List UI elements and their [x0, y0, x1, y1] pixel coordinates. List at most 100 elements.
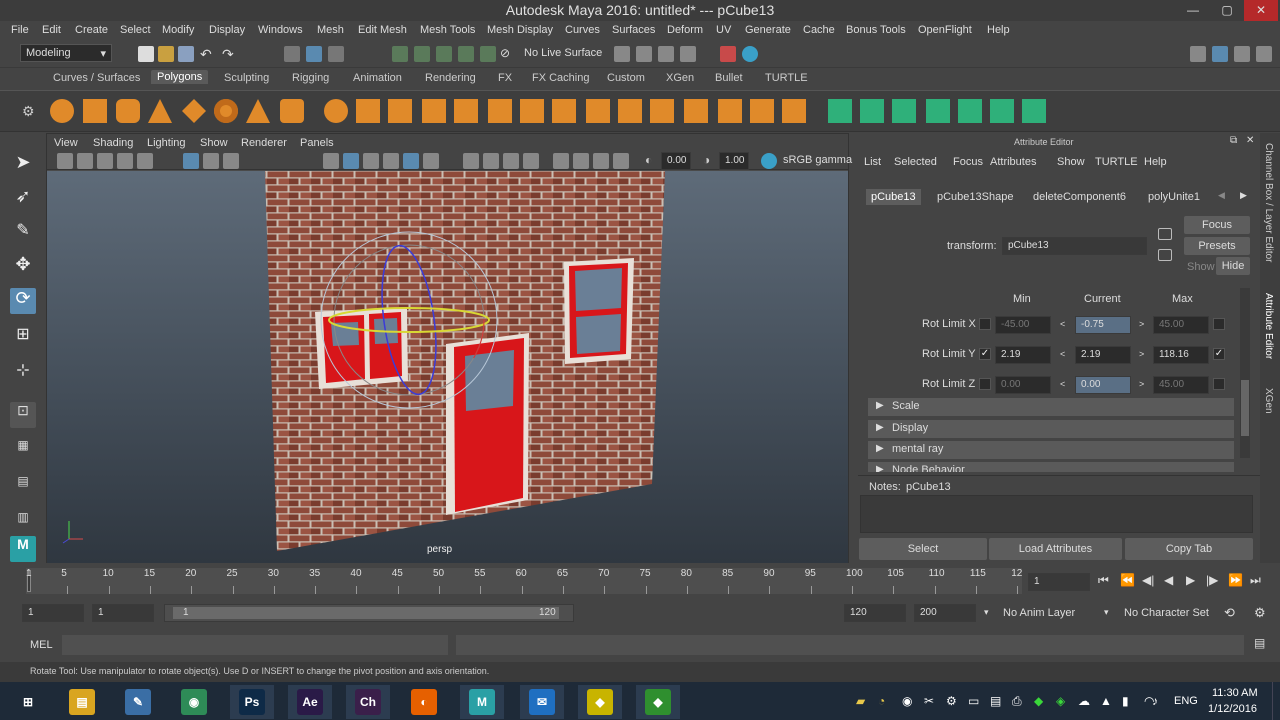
spherical-uv-icon[interactable] [892, 99, 916, 123]
attr-menu-turtle[interactable]: TURTLE [1095, 156, 1138, 168]
tab-scroll-right-icon[interactable]: ▶ [1240, 190, 1247, 201]
live-surface-magnet-icon[interactable]: ⊘ [500, 46, 516, 62]
extrude-icon[interactable] [454, 99, 478, 123]
append-polygon-icon[interactable] [650, 99, 674, 123]
side-tab-xgen[interactable]: XGen [1263, 388, 1274, 414]
2d-pan-zoom-icon[interactable] [137, 153, 153, 169]
paint-select-tool-icon[interactable]: ✎ [10, 220, 36, 246]
shelf-tab-xgen[interactable]: XGen [666, 72, 694, 84]
taskbar-app-green-icon[interactable]: ◆ [636, 685, 680, 719]
section-scale[interactable]: ▶ Scale [868, 398, 1234, 416]
camera-attributes-icon[interactable] [77, 153, 93, 169]
cylindrical-uv-icon[interactable] [860, 99, 884, 123]
menu-select[interactable]: Select [120, 24, 151, 36]
menu-file[interactable]: File [11, 24, 29, 36]
attr-menu-list[interactable]: List [864, 156, 881, 168]
rot-limit-x-current-field[interactable]: -0.75 [1075, 316, 1131, 334]
focus-input-icon[interactable] [1158, 228, 1172, 240]
gamma-field[interactable]: 1.00 [719, 152, 749, 170]
tray-printer-icon[interactable]: ⎙ [1012, 694, 1022, 709]
animation-end-field[interactable]: 200 [914, 604, 976, 622]
tray-battery-icon[interactable]: ▮ [1122, 694, 1129, 708]
poly-cylinder-icon[interactable] [116, 99, 140, 123]
live-surface-label[interactable]: No Live Surface [524, 47, 602, 59]
xray-active-icon[interactable] [593, 153, 609, 169]
playback-start-field[interactable]: 1 [92, 604, 154, 622]
poly-cone-icon[interactable] [148, 99, 172, 123]
section-mental-ray[interactable]: ▶ mental ray [868, 441, 1234, 459]
viewport-menu-view[interactable]: View [54, 137, 78, 149]
rot-limit-x-decrement-icon[interactable]: < [1060, 319, 1065, 329]
step-forward-key-icon[interactable]: ⏩ [1228, 573, 1243, 587]
node-tab-polyunite1[interactable]: polyUnite1 [1143, 189, 1205, 205]
side-tab-channel-box-layer-editor[interactable]: Channel Box / Layer Editor [1263, 143, 1274, 263]
menu-cache[interactable]: Cache [803, 24, 835, 36]
film-gate-icon[interactable] [203, 153, 219, 169]
menu-surfaces[interactable]: Surfaces [612, 24, 655, 36]
command-input[interactable] [62, 635, 448, 655]
shelf-gear-icon[interactable]: ⚙ [22, 103, 38, 119]
char-set-chevron-icon[interactable]: ▾ [1104, 607, 1109, 618]
menu-help[interactable]: Help [987, 24, 1010, 36]
playback-end-field[interactable]: 120 [844, 604, 906, 622]
smooth-shade-icon[interactable] [343, 153, 359, 169]
automatic-uv-icon[interactable] [926, 99, 950, 123]
rot-limit-y-current-field[interactable]: 2.19 [1075, 346, 1131, 364]
rot-limit-z-min-checkbox[interactable] [979, 378, 991, 390]
tray-clock-icon[interactable]: ◔ [878, 694, 885, 708]
menu-edit[interactable]: Edit [42, 24, 61, 36]
rot-limit-z-max-field[interactable]: 45.00 [1153, 376, 1209, 394]
viewport-menu-lighting[interactable]: Lighting [147, 137, 186, 149]
select-by-component-icon[interactable] [328, 46, 344, 62]
render-history-icon[interactable] [614, 46, 630, 62]
channel-box-toggle-icon[interactable] [1256, 46, 1272, 62]
load-attributes-button[interactable]: Load Attributes [989, 538, 1122, 560]
viewport-panel[interactable]: View Shading Lighting Show Renderer Panels ◐ … [46, 133, 852, 563]
section-node-behavior[interactable]: ▶ Node Behavior [868, 462, 1234, 472]
viewport-menu-panels[interactable]: Panels [300, 137, 334, 149]
exposure-field[interactable]: 0.00 [661, 152, 691, 170]
layout-two-icon[interactable]: ▥ [10, 510, 36, 536]
attr-scrollbar[interactable] [1240, 288, 1250, 458]
tray-sync-icon[interactable]: ◈ [1056, 694, 1065, 708]
rot-limit-y-max-field[interactable]: 118.16 [1153, 346, 1209, 364]
lasso-tool-icon[interactable]: ➶ [10, 186, 36, 212]
maximize-button[interactable]: ▢ [1210, 0, 1244, 21]
image-plane-icon[interactable] [117, 153, 133, 169]
workspace-icon[interactable] [1190, 46, 1206, 62]
character-set-label[interactable]: No Character Set [1124, 607, 1209, 619]
tray-language[interactable]: ENG [1174, 695, 1198, 707]
node-tab-pcube13[interactable]: pCube13 [866, 189, 921, 205]
merge-icon[interactable] [718, 99, 742, 123]
taskbar-app-yellow-icon[interactable]: ◆ [578, 685, 622, 719]
snap-to-point-icon[interactable] [436, 46, 452, 62]
poly-pyramid-icon[interactable] [246, 99, 270, 123]
taskbar-maya-icon[interactable]: M [460, 685, 504, 719]
xray-joints-icon[interactable] [573, 153, 589, 169]
tray-time[interactable]: 11:30 AM [1212, 687, 1258, 699]
ipr-render-icon[interactable] [658, 46, 674, 62]
poly-plane-icon[interactable] [182, 99, 206, 123]
isolate-select-icon[interactable] [553, 153, 569, 169]
shelf-tab-turtle[interactable]: TURTLE [765, 72, 808, 84]
section-display[interactable]: ▶ Display [868, 420, 1234, 438]
node-tab-deletecomponent6[interactable]: deleteComponent6 [1028, 189, 1131, 205]
step-back-frame-icon[interactable]: ◀| [1142, 573, 1154, 587]
shelf-tab-bullet[interactable]: Bullet [715, 72, 743, 84]
menu-create[interactable]: Create [75, 24, 108, 36]
tray-folder-icon[interactable]: ▰ [856, 694, 865, 708]
rot-limit-x-min-field[interactable]: -45.00 [995, 316, 1051, 334]
rot-limit-y-decrement-icon[interactable]: < [1060, 349, 1065, 359]
hide-button[interactable]: Hide [1216, 257, 1250, 275]
attr-scrollbar-thumb[interactable] [1241, 380, 1249, 436]
rot-limit-y-max-checkbox[interactable]: ✓ [1213, 348, 1225, 360]
copy-tab-button[interactable]: Copy Tab [1125, 538, 1253, 560]
sew-uv-icon[interactable] [1022, 99, 1046, 123]
menu-modify[interactable]: Modify [162, 24, 194, 36]
time-slider[interactable]: 1 1 ⏮ ⏪ ◀| ◀ ▶ |▶ ⏩ ⏭ 5 10 15 20 25 30 35 40 45 5… [0, 566, 1280, 598]
taskbar-windows-start-icon[interactable]: ⊞ [6, 685, 50, 719]
rot-limit-y-increment-icon[interactable]: > [1139, 349, 1144, 359]
select-button[interactable]: Select [859, 538, 987, 560]
menu-mesh[interactable]: Mesh [317, 24, 344, 36]
node-tab-pcube13shape[interactable]: pCube13Shape [932, 189, 1018, 205]
